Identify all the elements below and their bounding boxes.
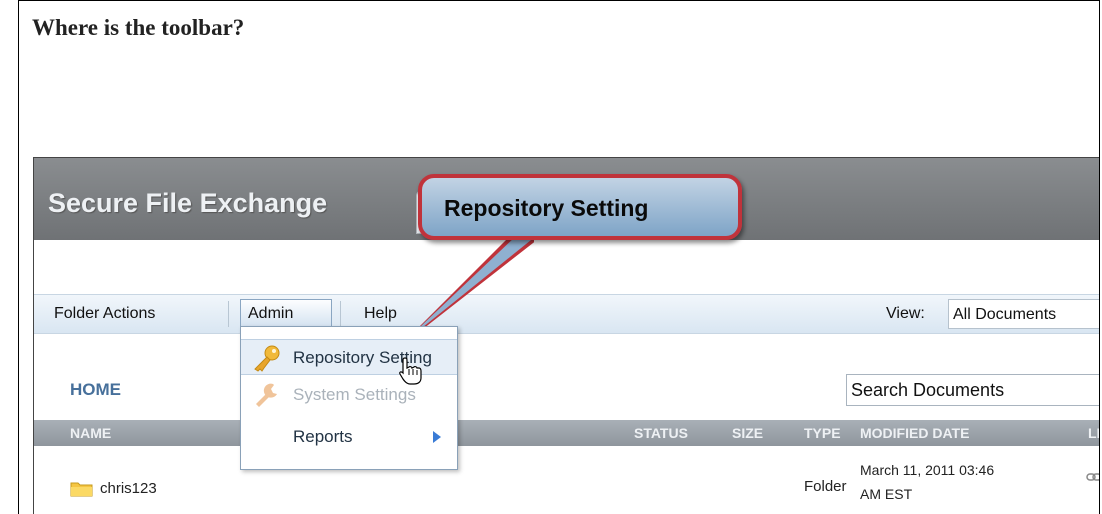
tutorial-frame: Where is the toolbar? Secure File Exchan… [18,0,1100,514]
menu-item-label: System Settings [293,385,416,404]
row-modified-line2: AM EST [860,486,913,502]
search-input[interactable]: Search Documents [846,374,1099,406]
column-name[interactable]: NAME [70,425,111,441]
column-status[interactable]: STATUS [634,425,688,441]
table-header: NAME STATUS SIZE TYPE MODIFIED DATE LIN [34,420,1099,446]
folder-icon [70,482,93,497]
app-screenshot: Secure File Exchange Repository Setting … [33,157,1100,514]
column-type[interactable]: TYPE [804,425,841,441]
callout-text: Repository Setting [444,195,649,221]
column-modified-date[interactable]: MODIFIED DATE [860,425,969,441]
menu-item-repository-setting[interactable]: Repository Setting [241,339,457,375]
key-icon [254,345,280,372]
menu-item-label: Reports [293,427,353,446]
question-heading: Where is the toolbar? [32,15,245,40]
view-select-value: All Documents [953,306,1057,323]
menu-item-system-settings[interactable]: System Settings [241,377,457,413]
search-input-text: Search Documents [851,380,1005,400]
row-modified-line1: March 11, 2011 03:46 [860,462,995,478]
column-size[interactable]: SIZE [732,425,763,441]
hand-cursor-icon [399,357,422,385]
admin-dropdown-menu: Repository Setting System Settings Repor… [240,326,458,470]
link-icon[interactable] [1086,472,1100,482]
column-link[interactable]: LIN [1088,425,1099,441]
callout-bubble: Repository Setting [418,174,742,240]
row-modified-date: March 11, 2011 03:46 AM EST [860,458,1060,506]
view-label: View: [886,305,925,322]
menu-item-reports[interactable]: Reports [241,419,457,455]
submenu-arrow-icon [433,431,441,443]
wrench-icon [256,383,277,407]
row-name[interactable]: chris123 [100,480,157,497]
view-select[interactable]: All Documents [948,299,1099,329]
row-type: Folder [804,478,847,495]
